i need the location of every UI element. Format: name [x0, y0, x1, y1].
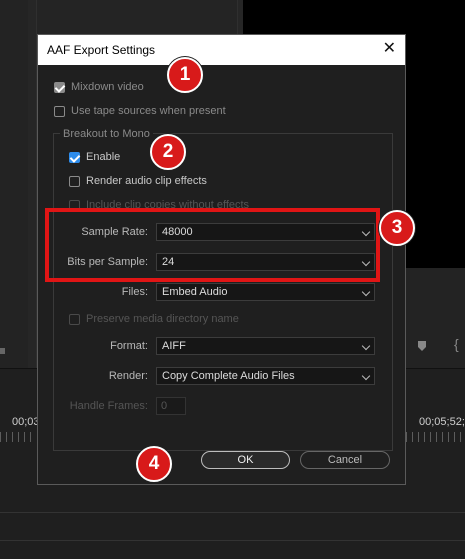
chevron-down-icon	[361, 287, 371, 297]
annotation-badge-4: 4	[136, 446, 172, 482]
use-tape-sources-label: Use tape sources when present	[71, 105, 226, 117]
files-label: Files:	[121, 286, 148, 298]
track-divider	[0, 540, 465, 541]
preserve-media-dir-label: Preserve media directory name	[86, 313, 239, 325]
format-select[interactable]: AIFF	[156, 337, 375, 355]
in-point-icon[interactable]: {	[454, 336, 459, 352]
timeline-ruler-left[interactable]	[0, 432, 36, 442]
panel-grip-icon	[0, 348, 5, 354]
files-select[interactable]: Embed Audio	[156, 283, 375, 301]
left-panel	[0, 0, 29, 368]
annotation-badge-1: 1	[167, 57, 203, 93]
chevron-down-icon	[361, 371, 371, 381]
mixdown-video-checkbox[interactable]: Mixdown video	[54, 81, 144, 93]
handle-frames-label: Handle Frames:	[69, 400, 148, 412]
close-icon[interactable]: ✕	[383, 41, 396, 57]
checkbox-render-audio-clip-effects[interactable]	[69, 175, 80, 187]
timecode-left: 00;03	[12, 416, 40, 428]
enable-checkbox[interactable]: Enable	[69, 151, 120, 163]
checkbox-preserve-media-dir	[69, 313, 80, 325]
preserve-media-dir-checkbox: Preserve media directory name	[69, 313, 239, 325]
timeline-ruler-right[interactable]	[406, 432, 465, 442]
highlight-box	[45, 208, 380, 282]
format-value: AIFF	[162, 340, 186, 352]
annotation-badge-2: 2	[150, 134, 186, 170]
dialog-title: AAF Export Settings	[47, 43, 156, 57]
files-value: Embed Audio	[162, 286, 228, 298]
checkbox-enable[interactable]	[69, 151, 81, 163]
chevron-down-icon	[361, 341, 371, 351]
render-audio-clip-effects-checkbox[interactable]: Render audio clip effects	[69, 175, 207, 187]
enable-label: Enable	[86, 151, 121, 163]
render-label: Render:	[108, 370, 148, 382]
timecode-right: 00;05;52;	[419, 416, 465, 428]
ok-button[interactable]: OK	[201, 451, 290, 469]
track-divider	[0, 512, 465, 513]
format-label: Format:	[110, 340, 148, 352]
render-audio-clip-effects-label: Render audio clip effects	[86, 175, 207, 187]
mixdown-video-label: Mixdown video	[71, 81, 144, 93]
annotation-badge-3: 3	[379, 210, 415, 246]
checkbox-mixdown-video[interactable]	[54, 81, 66, 93]
use-tape-sources-checkbox[interactable]: Use tape sources when present	[54, 105, 226, 117]
breakout-group-title: Breakout to Mono	[60, 128, 153, 140]
dialog-titlebar[interactable]: AAF Export Settings ✕	[38, 35, 405, 65]
render-select[interactable]: Copy Complete Audio Files	[156, 367, 375, 385]
checkbox-use-tape-sources[interactable]	[54, 105, 65, 117]
cancel-button[interactable]: Cancel	[300, 451, 390, 469]
render-value: Copy Complete Audio Files	[162, 370, 295, 382]
handle-frames-input: 0	[156, 397, 186, 415]
